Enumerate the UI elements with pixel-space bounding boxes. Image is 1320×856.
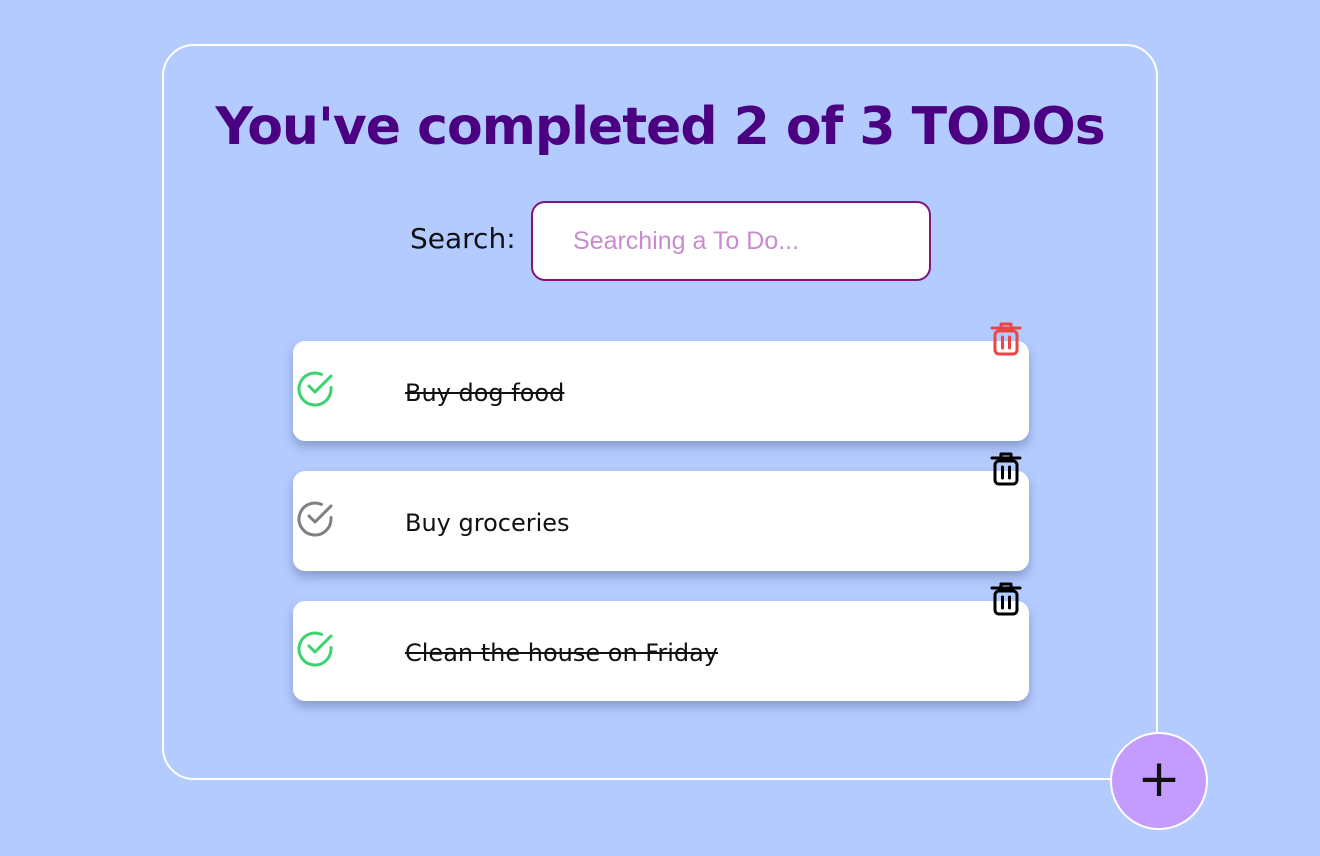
plus-icon: + — [1137, 749, 1181, 809]
check-circle-icon[interactable] — [295, 629, 335, 669]
search-input[interactable] — [531, 201, 931, 281]
todo-text: Buy groceries — [405, 509, 570, 537]
check-circle-icon[interactable] — [295, 369, 335, 409]
todo-text: Clean the house on Friday — [405, 639, 719, 667]
trash-icon[interactable] — [986, 449, 1026, 489]
trash-icon[interactable] — [986, 319, 1026, 359]
todo-item: Buy dog food — [293, 322, 1029, 441]
page-title: You've completed 2 of 3 TODOs — [215, 97, 1105, 157]
add-todo-button[interactable]: + — [1110, 732, 1208, 830]
search-label: Search: — [410, 222, 516, 255]
todo-item: Clean the house on Friday — [293, 582, 1029, 701]
todo-text: Buy dog food — [405, 379, 565, 407]
todo-item: Buy groceries — [293, 452, 1029, 571]
trash-icon[interactable] — [986, 579, 1026, 619]
check-circle-icon[interactable] — [295, 499, 335, 539]
